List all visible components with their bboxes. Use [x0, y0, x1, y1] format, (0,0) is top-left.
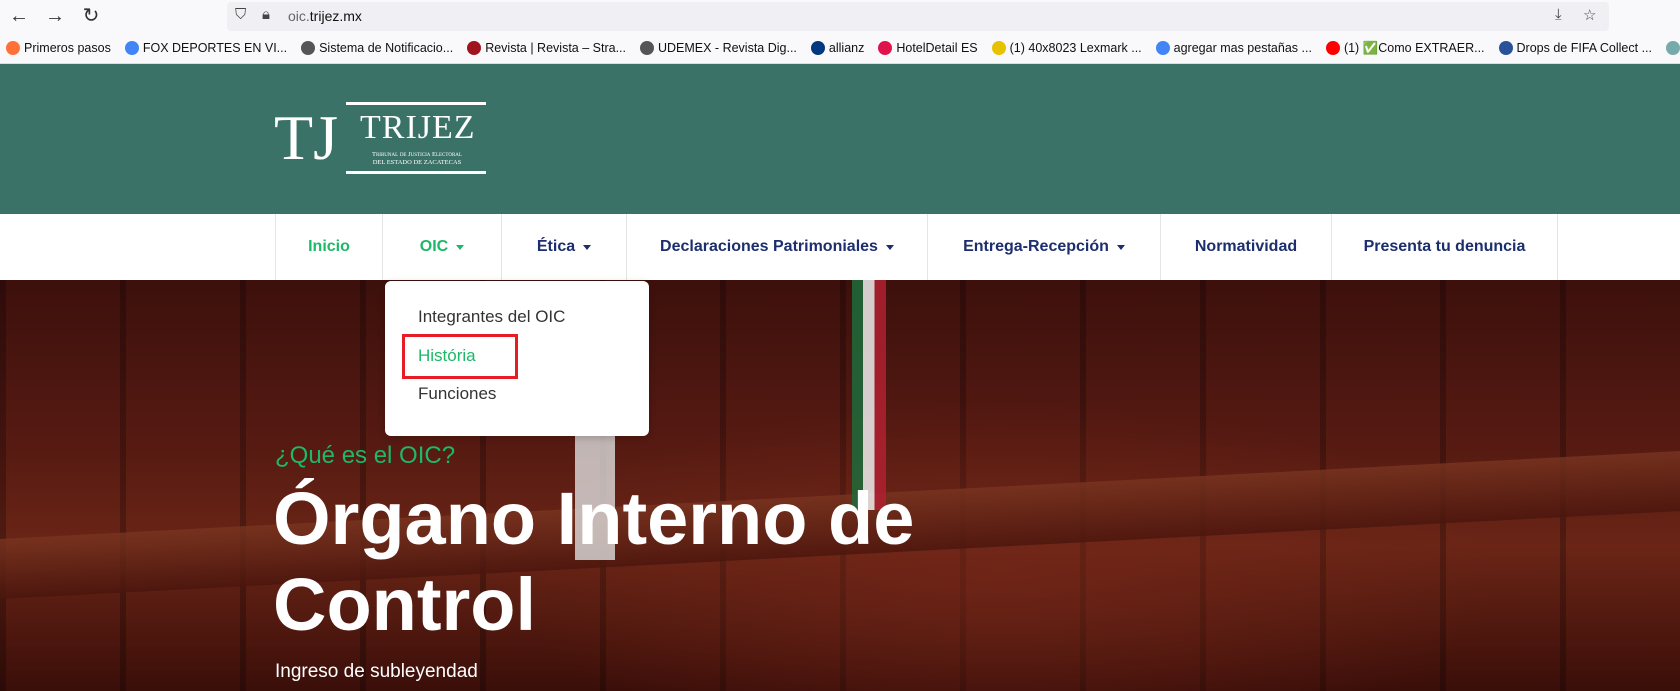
bookmark-label: (1) 40x8023 Lexmark ...	[1009, 41, 1142, 55]
nav-label: Presenta tu denuncia	[1363, 238, 1526, 255]
download-icon[interactable]: ⤓	[1555, 6, 1562, 23]
revista-icon	[467, 41, 482, 55]
bookmark-item[interactable]: allianz	[810, 41, 865, 55]
url-text[interactable]: oic.trijez.mx	[288, 8, 362, 24]
google-icon	[124, 41, 139, 55]
bookmark-label: allianz	[828, 41, 865, 55]
mercadolibre-icon	[991, 41, 1006, 55]
site-header: TJ TRIJEZ Tribunal de Justicia Electoral…	[0, 64, 1680, 214]
bookmark-item[interactable]: HotelDetail ES	[878, 41, 978, 55]
trijez-logo[interactable]: TJ TRIJEZ Tribunal de Justicia Electoral…	[274, 102, 486, 174]
nav-label: Declaraciones Patrimoniales	[660, 238, 878, 255]
reload-icon[interactable]: ↻	[79, 4, 103, 28]
bookmark-item[interactable]: Drops de FIFA Collect ...	[1498, 41, 1652, 55]
nav-etica[interactable]: Ética	[502, 214, 627, 280]
bookmark-item[interactable]: UDEMEX - Revista Dig...	[639, 41, 797, 55]
nav-label: Entrega-Recepción	[963, 238, 1109, 255]
bookmark-item[interactable]: FOX DEPORTES EN VI...	[124, 41, 288, 55]
forward-icon[interactable]: →	[43, 4, 67, 28]
menu-item-funciones[interactable]: Funciones	[418, 384, 496, 404]
bookmark-label: Drops de FIFA Collect ...	[1516, 41, 1652, 55]
caret-down-icon	[885, 244, 894, 250]
logo-subtitle-2: del Estado de Zacatecas	[372, 159, 462, 166]
url-host: oic.	[288, 8, 310, 24]
shield-icon[interactable]: ⛉	[235, 6, 246, 23]
bookmark-label: (1) ✅Como EXTRAER...	[1343, 40, 1485, 55]
caret-down-icon	[1116, 244, 1125, 250]
globe-icon	[301, 41, 316, 55]
bookmark-label: Primeros pasos	[24, 41, 111, 55]
nav-declaraciones[interactable]: Declaraciones Patrimoniales	[627, 214, 928, 280]
nav-denuncia[interactable]: Presenta tu denuncia	[1332, 214, 1558, 280]
bookmark-label: UDEMEX - Revista Dig...	[657, 41, 797, 55]
bookmark-item[interactable]: Revista | Revista – Stra...	[467, 41, 626, 55]
bookmarks-bar: Primeros pasos FOX DEPORTES EN VI... Siste…	[0, 33, 1680, 64]
bookmark-label: FOX DEPORTES EN VI...	[142, 41, 288, 55]
allianz-icon	[810, 41, 825, 55]
nav-label: Ética	[536, 238, 576, 255]
main-nav: Inicio OIC Ética Declaraciones Patrimoni…	[0, 214, 1680, 280]
hero-subtitle: Ingreso de subleyendad	[275, 661, 478, 682]
nav-inicio[interactable]: Inicio	[276, 214, 383, 280]
address-bar[interactable]: ⛉ 🔒︎ oic.trijez.mx ⤓ ☆	[227, 2, 1609, 31]
bookmark-item[interactable]: Primeros pasos	[6, 41, 111, 55]
logo-name: TRIJEZ	[360, 109, 476, 146]
nav-entrega-recepcion[interactable]: Entrega-Recepción	[928, 214, 1161, 280]
bookmark-label: Revista | Revista – Stra...	[485, 41, 626, 55]
browser-toolbar: ← → ↻ ⛉ 🔒︎ oic.trijez.mx ⤓ ☆	[0, 0, 1680, 33]
url-domain: trijez.mx	[309, 8, 362, 24]
menu-item-integrantes[interactable]: Integrantes del OIC	[418, 307, 565, 327]
bookmark-label: agregar mas pestañas ...	[1173, 41, 1312, 55]
bookmark-item[interactable]: (1) ✅Como EXTRAER...	[1325, 40, 1485, 56]
caret-down-icon	[583, 244, 592, 250]
logo-monogram: TJ	[274, 102, 338, 173]
site-icon	[1666, 41, 1680, 55]
nav-label: Inicio	[308, 238, 350, 255]
hero-kicker: ¿Qué es el OIC?	[275, 442, 456, 469]
hotel-icon	[878, 41, 893, 55]
firefox-icon	[6, 41, 20, 55]
logo-subtitle: Tribunal de Justicia Electoral	[372, 151, 462, 158]
youtube-icon	[1325, 41, 1340, 55]
hero-title: Órgano Interno de Control	[273, 477, 915, 646]
bookmark-star-icon[interactable]: ☆	[1583, 6, 1596, 24]
nav-normatividad[interactable]: Normatividad	[1161, 214, 1332, 280]
bookmark-item[interactable]: Sistema de Notificacio...	[301, 41, 453, 55]
bookmark-label: HotelDetail ES	[896, 41, 978, 55]
nav-label: OIC	[419, 238, 449, 255]
lock-icon[interactable]: 🔒︎	[262, 6, 270, 23]
bookmark-label: Sistema de Notificacio...	[319, 41, 454, 55]
menu-item-historia[interactable]: História	[418, 346, 476, 366]
nav-label: Normatividad	[1194, 238, 1298, 255]
f-icon	[1498, 41, 1513, 55]
back-icon[interactable]: ←	[7, 4, 31, 28]
nav-oic[interactable]: OIC	[383, 214, 502, 280]
bookmark-item[interactable]: Puedes pedir dev	[1666, 41, 1680, 55]
google-icon	[1155, 41, 1170, 55]
oic-dropdown-menu: Integrantes del OIC História Funciones	[385, 281, 649, 436]
bookmark-item[interactable]: (1) 40x8023 Lexmark ...	[991, 41, 1142, 55]
bookmark-item[interactable]: agregar mas pestañas ...	[1155, 41, 1312, 55]
globe-icon	[639, 41, 654, 55]
hero-banner: ¿Qué es el OIC? Órgano Interno de Contro…	[0, 280, 1680, 691]
caret-down-icon	[456, 244, 465, 250]
